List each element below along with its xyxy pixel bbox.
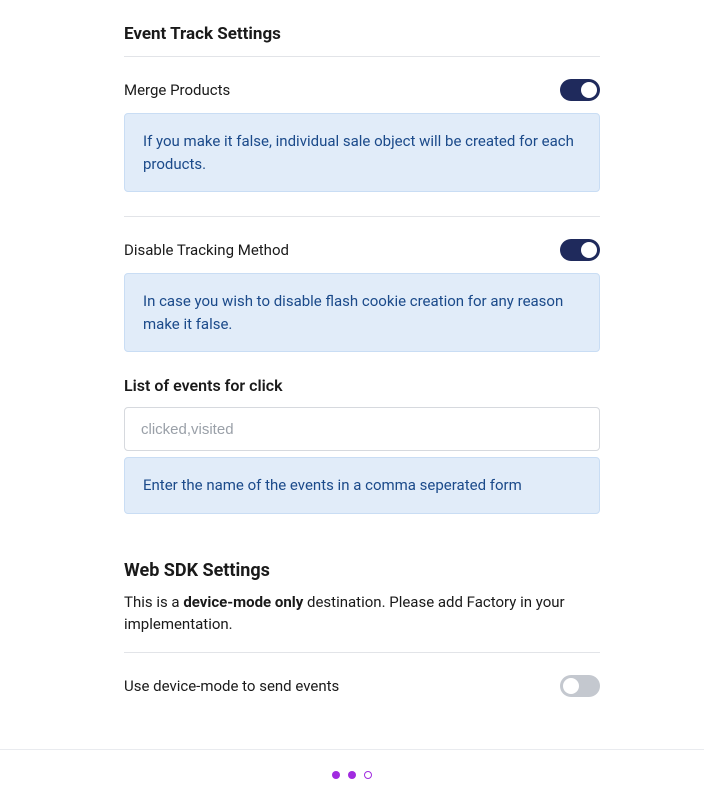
event-track-title: Event Track Settings [124, 24, 600, 44]
device-mode-toggle[interactable] [560, 675, 600, 697]
step-dot-1[interactable] [332, 771, 340, 779]
web-sdk-description: This is a device-mode only destination. … [124, 591, 600, 636]
disable-tracking-toggle[interactable] [560, 239, 600, 261]
merge-products-toggle[interactable] [560, 79, 600, 101]
merge-products-label: Merge Products [124, 81, 230, 99]
pagination-footer [0, 749, 704, 799]
step-dot-3[interactable] [364, 771, 372, 779]
disable-tracking-info: In case you wish to disable flash cookie… [124, 273, 600, 352]
settings-form: Event Track Settings Merge Products If y… [0, 0, 704, 709]
desc-prefix: This is a [124, 593, 183, 611]
step-dot-2[interactable] [348, 771, 356, 779]
disable-tracking-row: Disable Tracking Method [124, 217, 600, 273]
toggle-knob [581, 82, 597, 98]
web-sdk-section: Web SDK Settings This is a device-mode o… [124, 560, 600, 709]
device-mode-row: Use device-mode to send events [124, 653, 600, 709]
disable-tracking-label: Disable Tracking Method [124, 241, 289, 259]
toggle-knob [563, 678, 579, 694]
events-list-input[interactable] [124, 407, 600, 451]
merge-products-row: Merge Products [124, 57, 600, 113]
merge-products-info: If you make it false, individual sale ob… [124, 113, 600, 192]
web-sdk-title: Web SDK Settings [124, 560, 600, 581]
desc-bold: device-mode only [183, 593, 303, 611]
events-list-label: List of events for click [124, 376, 600, 395]
device-mode-label: Use device-mode to send events [124, 677, 339, 695]
events-list-info: Enter the name of the events in a comma … [124, 457, 600, 514]
toggle-knob [581, 242, 597, 258]
